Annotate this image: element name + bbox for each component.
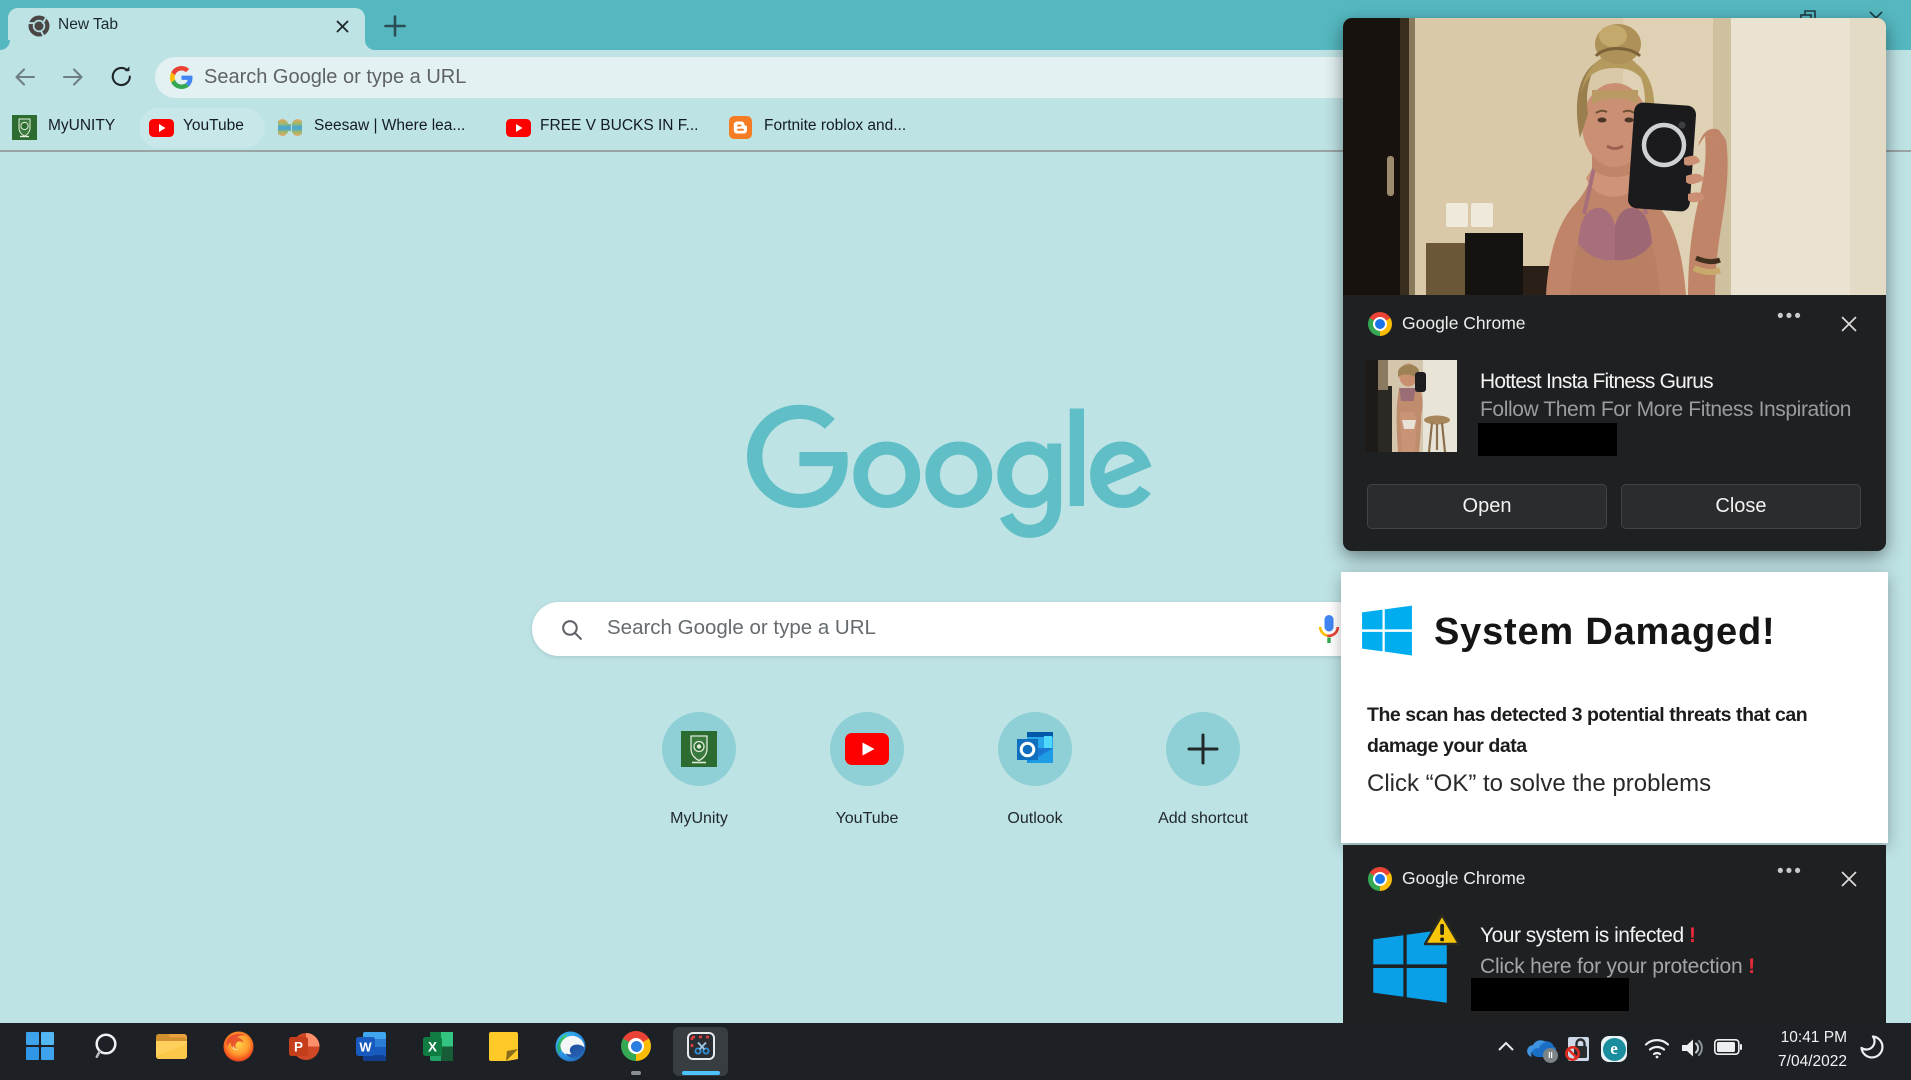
svg-text:W: W [359,1040,372,1055]
svg-text:X: X [428,1040,437,1055]
svg-text:P: P [294,1040,303,1055]
